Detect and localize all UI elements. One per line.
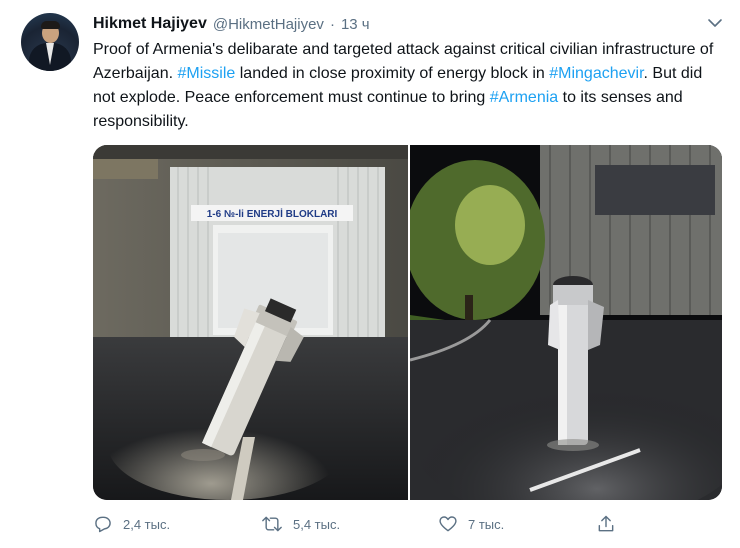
tweet-card: Hikmet Hajiyev @HikmetHajiyev · 13 ч Pro…: [0, 0, 740, 548]
share-icon: [598, 515, 614, 532]
photo-energy-block-missile[interactable]: 1-6 №-li ENERJİ BLOKLARI: [93, 145, 408, 500]
hashtag-mingachevir[interactable]: #Mingachevir: [549, 65, 643, 82]
author-handle[interactable]: @HikmetHajiyev: [213, 16, 324, 33]
tweet-text-segment: landed in close proximity of energy bloc…: [235, 65, 550, 82]
hashtag-armenia[interactable]: #Armenia: [490, 89, 558, 106]
author-name[interactable]: Hikmet Hajiyev: [93, 15, 207, 33]
tweet-timestamp[interactable]: 13 ч: [341, 16, 370, 33]
reply-icon: [95, 516, 111, 533]
tweet-text: Proof of Armenia's delibarate and target…: [93, 38, 723, 134]
retweet-button[interactable]: 5,4 тыс.: [261, 512, 340, 536]
like-icon: [439, 516, 457, 532]
hashtag-missile[interactable]: #Missile: [178, 65, 236, 82]
reply-count: 2,4 тыс.: [123, 516, 171, 532]
reply-button[interactable]: 2,4 тыс.: [93, 512, 170, 536]
photo-missile-night-road[interactable]: [410, 145, 722, 500]
chevron-down-icon: [708, 19, 722, 27]
more-options-button[interactable]: [704, 12, 726, 34]
like-count: 7 тыс.: [468, 516, 505, 532]
separator-dot: ·: [329, 15, 335, 33]
share-button[interactable]: [596, 512, 616, 536]
retweet-icon: [262, 516, 282, 532]
tweet-actions: 2,4 тыс. 5,4 тыс. 7 тыс.: [93, 512, 633, 536]
avatar[interactable]: [21, 13, 79, 71]
like-button[interactable]: 7 тыс.: [438, 512, 504, 536]
retweet-count: 5,4 тыс.: [293, 516, 341, 532]
energy-block-sign: 1-6 №-li ENERJİ BLOKLARI: [207, 207, 338, 220]
tweet-header: Hikmet Hajiyev @HikmetHajiyev · 13 ч: [93, 13, 370, 35]
